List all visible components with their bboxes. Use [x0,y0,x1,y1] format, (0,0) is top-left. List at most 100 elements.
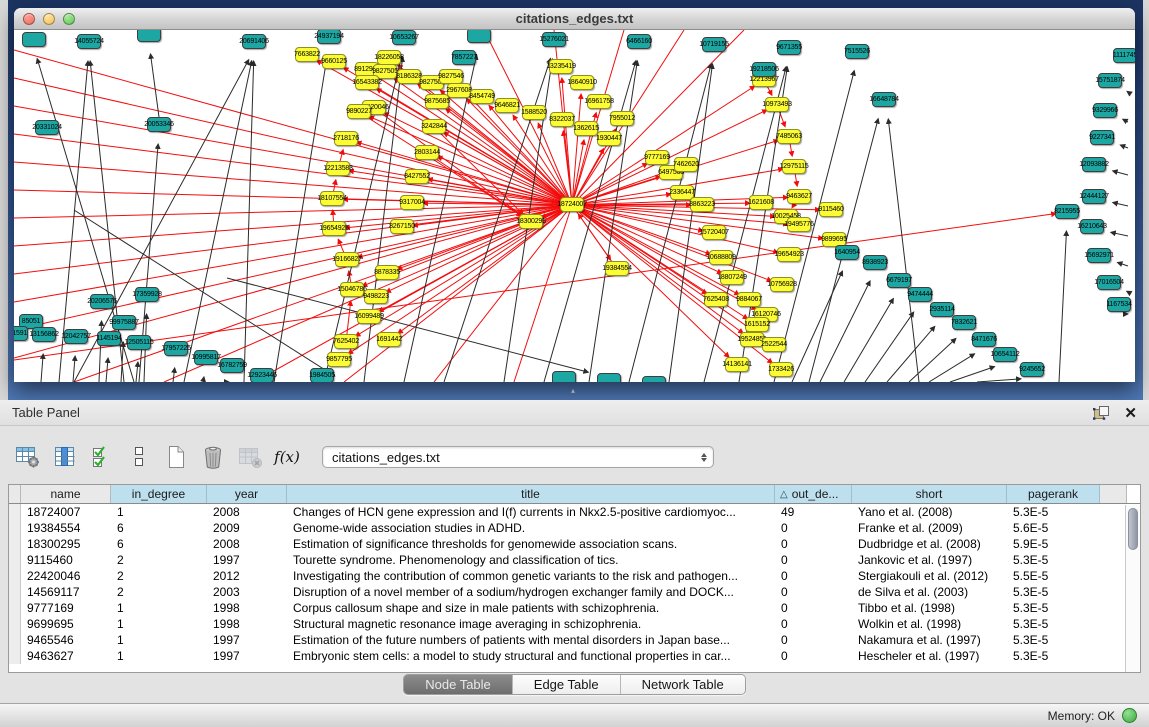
graph-node[interactable]: 1691442 [377,332,401,347]
graph-node[interactable]: 9474444 [908,287,932,302]
table-row[interactable]: 1830029562008Estimation of significance … [9,536,1140,552]
graph-node[interactable]: 12042757 [64,329,88,344]
graph-node[interactable]: 18640910 [570,75,594,90]
graph-node[interactable]: 15276021 [542,32,566,47]
graph-node[interactable]: 20206576 [90,294,114,309]
graph-node[interactable] [467,30,491,43]
graph-node[interactable]: 8878335 [375,265,399,280]
graph-node[interactable]: 15720407 [702,225,726,240]
vertical-scrollbar[interactable] [1125,505,1140,672]
tab-node-table[interactable]: Node Table [404,675,512,694]
network-canvas[interactable]: 7663822966012589129541822605898275051654… [14,30,1135,382]
graph-node[interactable]: 1167534 [1107,297,1131,312]
graph-node[interactable]: 12505115 [127,335,151,350]
pane-resize-handle[interactable]: ▴ [571,387,575,395]
graph-node[interactable]: 14055724 [77,34,101,49]
graph-node[interactable]: 19654923 [777,247,801,262]
graph-node[interactable]: 2718176 [334,131,358,146]
function-builder-icon[interactable]: f(x) [273,443,301,471]
graph-node[interactable]: 10688809 [709,250,733,265]
graph-node[interactable]: 1984505 [310,368,334,382]
close-panel-icon[interactable]: ✕ [1124,404,1137,422]
graph-node[interactable]: 24937194 [317,30,341,44]
graph-node[interactable]: 7955012 [610,111,634,126]
tab-edge-table[interactable]: Edge Table [512,675,620,694]
graph-node[interactable]: 8427552 [405,169,429,184]
graph-node[interactable]: 8322037 [550,112,574,127]
network-view-window[interactable]: citations_edges.txt 76638229660125891295… [14,8,1135,382]
select-all-icon[interactable] [88,443,116,471]
graph-node[interactable]: 7857227 [452,50,476,65]
graph-node[interactable]: 1111745 [1113,48,1135,63]
graph-node[interactable]: 7625408 [704,292,728,307]
graph-node[interactable] [552,371,576,382]
graph-node[interactable]: 12444127 [1082,189,1106,204]
graph-node[interactable]: 7515526 [845,44,869,59]
float-panel-icon[interactable] [1093,405,1110,420]
graph-node[interactable]: 1930447 [597,131,621,146]
graph-node[interactable]: 10973493 [765,97,789,112]
table-row[interactable]: 1938455462009Genome-wide association stu… [9,520,1140,536]
graph-node[interactable] [22,32,46,47]
graph-node[interactable]: 17359928 [135,287,159,302]
graph-node[interactable]: 9890227 [347,104,371,119]
graph-node[interactable]: 1362615 [574,121,598,136]
graph-node[interactable]: 9777169 [645,150,669,165]
graph-node[interactable]: 8863223 [690,197,714,212]
graph-node[interactable]: 6679197 [887,273,911,288]
table-row[interactable]: 946554611997Estimation of the future num… [9,632,1140,648]
graph-node[interactable]: 13235419 [549,59,573,74]
graph-node[interactable]: 9463627 [787,189,811,204]
graph-node[interactable]: 9329966 [1093,103,1117,118]
graph-node[interactable]: 15046786 [340,282,364,297]
graph-node[interactable]: 19654925 [322,221,346,236]
graph-node[interactable]: 9227341 [1090,130,1114,145]
graph-node[interactable]: 15751874 [1098,73,1122,88]
graph-node[interactable]: 12975115 [782,159,806,174]
graph-node[interactable]: 19218506 [752,62,776,77]
graph-node[interactable]: 2803144 [415,145,439,160]
table-settings-icon[interactable] [14,443,42,471]
graph-node[interactable]: 2935114 [930,302,954,317]
graph-node[interactable]: 9317004 [400,195,424,210]
graph-node[interactable]: 16782759 [220,358,244,373]
table-row[interactable]: 2242004622012Investigating the contribut… [9,568,1140,584]
graph-node[interactable]: 16543382 [355,75,379,90]
graph-node[interactable]: 20331024 [35,120,59,135]
graph-node[interactable]: 15692971 [1087,248,1111,263]
graph-node[interactable]: 10653267 [392,30,416,45]
graph-node[interactable]: 19166827 [335,252,359,267]
column-header-name[interactable]: name [21,485,111,503]
graph-node[interactable]: 18724007 [560,197,584,212]
graph-node[interactable]: 9671355 [777,40,801,55]
graph-node[interactable]: 1733426 [769,362,793,377]
table-select[interactable]: citations_edges.txt [322,446,714,468]
graph-node[interactable]: 391591 [14,326,28,341]
graph-node[interactable]: 8938923 [863,255,887,270]
graph-node[interactable]: 18107554 [320,191,344,206]
graph-node[interactable]: 16648784 [872,92,896,107]
column-header-out_de[interactable]: △out_de... [775,485,852,503]
graph-node[interactable]: 9827546 [439,69,463,84]
graph-node[interactable]: 1621608 [749,195,773,210]
table-row[interactable]: 969969511998Structural magnetic resonanc… [9,616,1140,632]
graph-node[interactable] [597,373,621,382]
graph-node[interactable]: 9875685 [425,94,449,109]
graph-node[interactable]: 20053346 [147,117,171,132]
delete-table-icon[interactable] [236,443,264,471]
close-window-button[interactable] [23,13,35,25]
graph-node[interactable]: 18226058 [377,50,401,65]
graph-node[interactable]: 18300295 [519,214,543,229]
graph-node[interactable]: 9115460 [819,202,843,217]
scrollbar-thumb[interactable] [1128,508,1138,550]
graph-node[interactable]: 8454749 [470,89,494,104]
memory-indicator[interactable] [1122,708,1137,723]
graph-node[interactable]: 8215955 [1055,204,1079,219]
graph-node[interactable]: 9646821 [495,98,519,113]
graph-node[interactable]: 8471676 [972,332,996,347]
graph-node[interactable]: 16961758 [587,94,611,109]
graph-node[interactable]: 16210643 [1080,219,1104,234]
graph-node[interactable]: 18807249 [720,270,744,285]
graph-node[interactable]: 16099489 [357,309,381,324]
graph-node[interactable]: 10756928 [770,277,794,292]
